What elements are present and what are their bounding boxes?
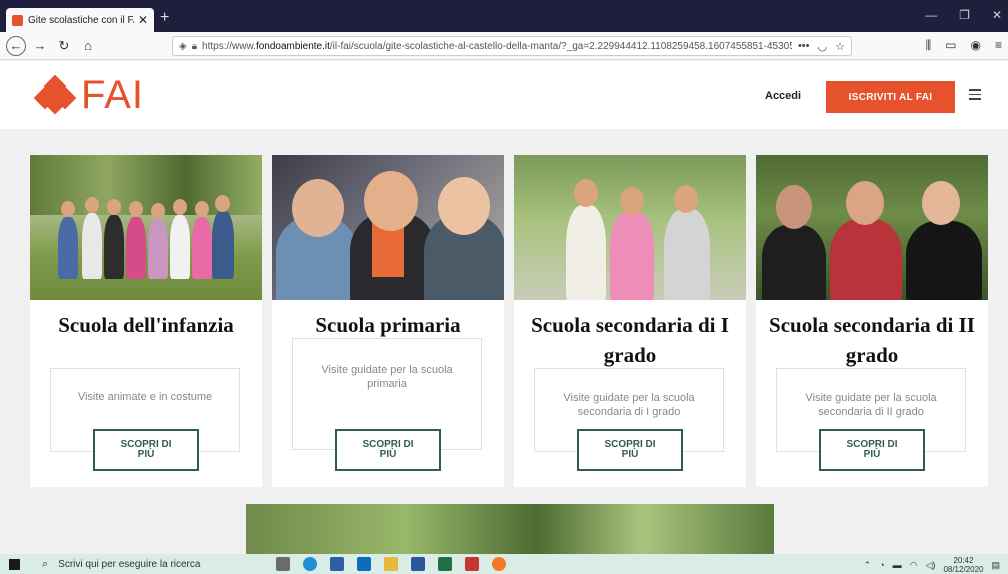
volume-icon[interactable]: ◁)	[926, 560, 936, 571]
excel-icon[interactable]	[438, 557, 452, 571]
home-icon[interactable]: ⌂	[78, 36, 98, 56]
card-description: Visite guidate per la scuola secondaria …	[805, 392, 937, 418]
card-description: Visite guidate per la scuola primaria	[321, 364, 453, 390]
site-header: FAI Accedi ISCRIVITI AL FAI	[0, 61, 1008, 129]
signup-button[interactable]: ISCRIVITI AL FAI	[826, 81, 955, 113]
card-primaria: Scuola primaria Visite guidate per la sc…	[272, 155, 504, 487]
url-path: /il-fai/scuola/gite-scolastiche-al-caste…	[329, 40, 792, 52]
taskbar-search[interactable]: ⌕ Scrivi qui per eseguire la ricerca	[28, 554, 258, 574]
more-actions-icon[interactable]: •••	[798, 40, 810, 53]
card-secondaria-secondo-grado: Scuola secondaria di II grado Visite gui…	[756, 155, 988, 487]
library-icon[interactable]: ⫼	[926, 38, 932, 53]
lock-icon[interactable]: 🔒︎	[192, 41, 197, 52]
menu-icon[interactable]: ≡	[995, 38, 1002, 53]
search-icon: ⌕	[42, 557, 49, 570]
card-title: Scuola dell'infanzia	[58, 313, 234, 337]
pocket-icon[interactable]: ◡	[818, 40, 828, 53]
card-description: Visite animate e in costume	[77, 391, 213, 403]
card-title: Scuola secondaria di II grado	[769, 313, 975, 367]
browser-tab-active[interactable]: Gite scolastiche con il FAI | Visi ✕	[6, 8, 154, 32]
card-image-secondaria-primo-grado	[514, 155, 746, 300]
window-controls: — ❐ ✕	[925, 8, 1002, 22]
reload-icon[interactable]: ↻	[54, 36, 74, 56]
taskbar-apps	[276, 557, 506, 571]
shield-icon[interactable]: ◈	[179, 41, 187, 52]
network-icon[interactable]: ◔	[879, 560, 884, 570]
url-text: https://www.fondoambiente.it/il-fai/scuo…	[202, 41, 792, 52]
account-icon[interactable]: ◉	[971, 38, 981, 53]
outlook-icon[interactable]	[357, 557, 371, 571]
card-description: Visite guidate per la scuola secondaria …	[563, 392, 695, 418]
window-close-icon[interactable]: ✕	[992, 8, 1002, 22]
fai-logo-icon	[33, 74, 77, 116]
tab-title: Gite scolastiche con il FAI | Visi	[28, 14, 134, 26]
tab-close-icon[interactable]: ✕	[138, 13, 148, 27]
clock-date: 08/12/2020	[943, 565, 984, 574]
discover-more-button[interactable]: SCOPRI DI PIÙ	[577, 429, 683, 471]
card-image-infanzia	[30, 155, 262, 300]
new-tab-button[interactable]: +	[160, 9, 169, 27]
card-secondaria-primo-grado: Scuola secondaria di I grado Visite guid…	[514, 155, 746, 487]
toolbar-right: ⫼ ▭ ◉ ≡	[926, 38, 1002, 53]
browser-tab-bar: Gite scolastiche con il FAI | Visi ✕ + —…	[0, 0, 1008, 32]
file-explorer-icon[interactable]	[384, 557, 398, 571]
sidebar-icon[interactable]: ▭	[945, 38, 956, 53]
url-prefix: https://www.	[202, 40, 256, 52]
login-link[interactable]: Accedi	[765, 90, 801, 102]
notification-icon[interactable]: ▤	[991, 560, 1000, 571]
back-icon[interactable]: ←	[6, 35, 26, 56]
address-bar[interactable]: ◈ 🔒︎ https://www.fondoambiente.it/il-fai…	[172, 36, 852, 56]
tray-chevron-icon[interactable]: ⌃	[864, 560, 872, 571]
logo-text: FAI	[81, 73, 145, 117]
discover-more-button[interactable]: SCOPRI DI PIÙ	[819, 429, 925, 471]
url-domain: fondoambiente.it	[255, 40, 330, 52]
clock-time: 20:42	[953, 556, 974, 565]
windows-start-icon[interactable]	[0, 554, 28, 574]
wifi-icon[interactable]: ◠	[910, 560, 918, 571]
card-title: Scuola secondaria di I grado	[531, 313, 729, 367]
castle-garden-image	[246, 504, 774, 554]
windows-taskbar: ⌕ Scrivi qui per eseguire la ricerca ⌃ ◔…	[0, 554, 1008, 574]
card-image-secondaria-secondo-grado	[756, 155, 988, 300]
hamburger-menu-icon[interactable]	[969, 89, 981, 100]
search-placeholder: Scrivi qui per eseguire la ricerca	[58, 558, 201, 570]
forward-icon[interactable]: →	[30, 36, 50, 56]
school-levels-section: Scuola dell'infanzia Visite animate e in…	[0, 130, 1008, 504]
minimize-icon[interactable]: —	[925, 8, 937, 22]
discover-more-button[interactable]: SCOPRI DI PIÙ	[93, 429, 199, 471]
url-tools: ••• ◡ ☆	[798, 40, 845, 53]
restore-icon[interactable]: ❐	[959, 8, 970, 22]
fai-logo[interactable]: FAI	[33, 73, 145, 118]
taskbar-clock[interactable]: 20:42 08/12/2020	[943, 556, 983, 574]
card-image-primaria	[272, 155, 504, 300]
fai-favicon-icon	[12, 14, 23, 26]
bookmark-star-icon[interactable]: ☆	[835, 40, 845, 53]
edge-icon[interactable]	[303, 557, 317, 571]
firefox-icon[interactable]	[492, 557, 506, 571]
card-infanzia: Scuola dell'infanzia Visite animate e in…	[30, 155, 262, 487]
browser-nav-bar: ← → ↻ ⌂ ◈ 🔒︎ https://www.fondoambiente.i…	[0, 32, 1008, 60]
system-tray: ⌃ ◔ ▬ ◠ ◁) 20:42 08/12/2020 ▤	[864, 556, 1000, 574]
battery-icon[interactable]: ▬	[893, 560, 902, 570]
store-icon[interactable]	[330, 557, 344, 571]
word-icon[interactable]	[411, 557, 425, 571]
security-app-icon[interactable]	[465, 557, 479, 571]
task-view-icon[interactable]	[276, 557, 290, 571]
discover-more-button[interactable]: SCOPRI DI PIÙ	[335, 429, 441, 471]
card-title: Scuola primaria	[315, 313, 461, 337]
